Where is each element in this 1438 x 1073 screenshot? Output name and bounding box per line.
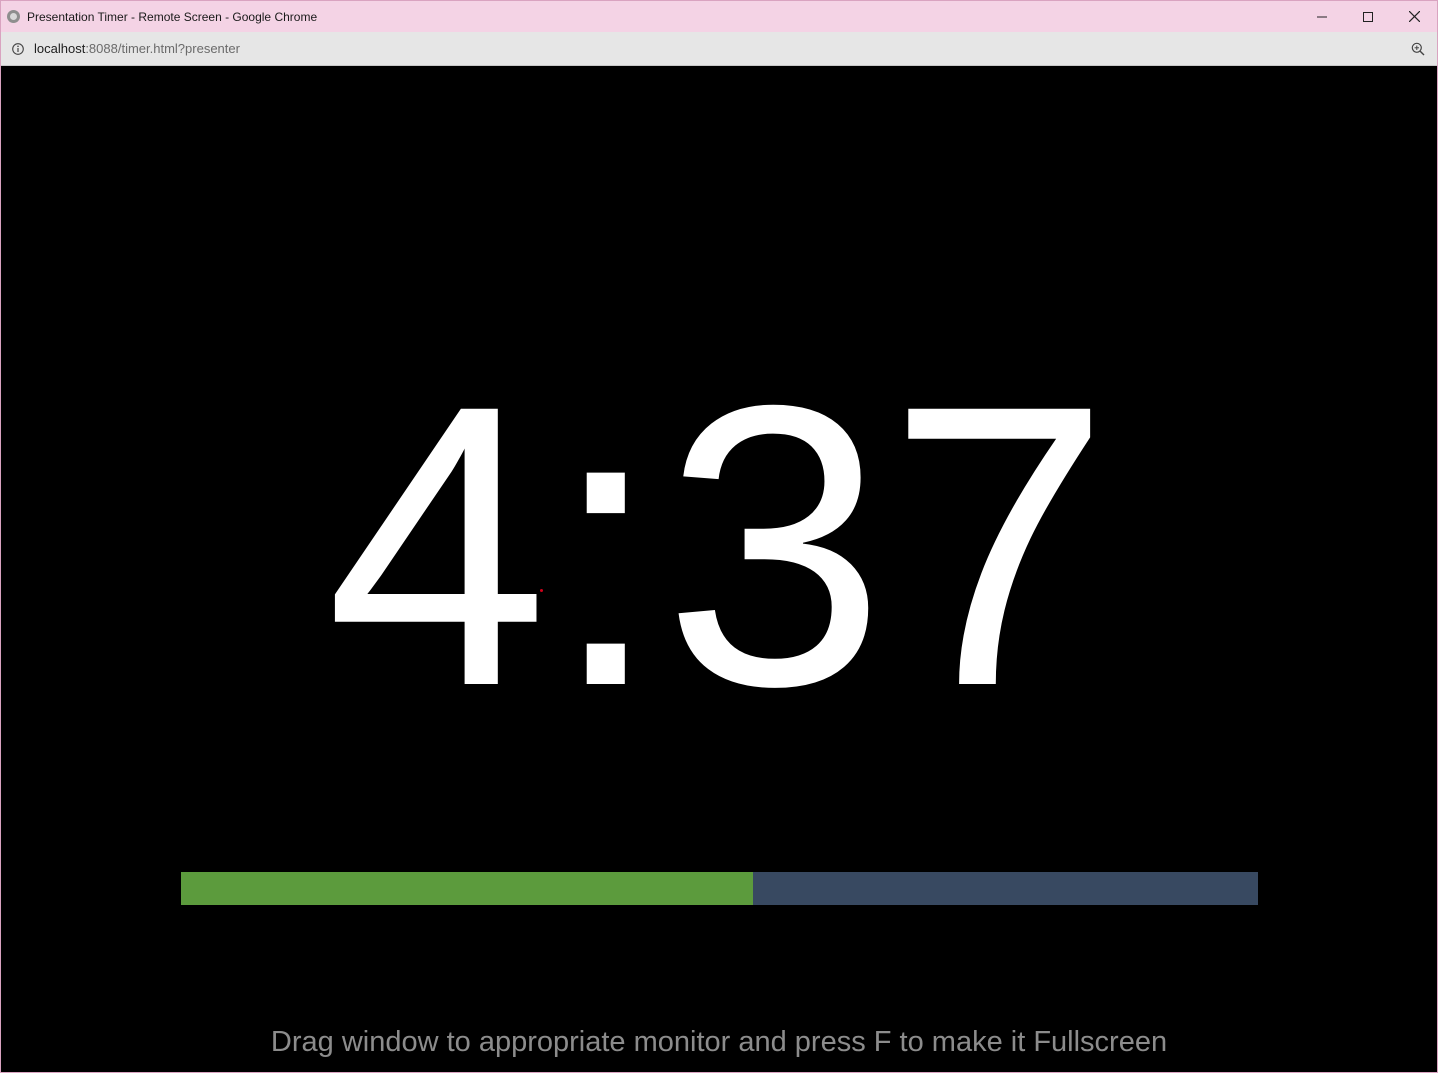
window-controls <box>1299 1 1437 32</box>
mouse-cursor-dot <box>540 589 543 592</box>
url-path: :8088/timer.html?presenter <box>85 41 240 56</box>
url-host: localhost <box>34 41 86 56</box>
timer-screen: 4:37 Drag window to appropriate monitor … <box>1 66 1437 1072</box>
chrome-page-icon <box>7 10 20 23</box>
close-icon <box>1408 11 1420 22</box>
timer-display: 4:37 <box>325 322 1113 769</box>
window-title: Presentation Timer - Remote Screen - Goo… <box>27 9 318 24</box>
maximize-icon <box>1363 11 1373 22</box>
minimize-icon <box>1317 16 1327 17</box>
url-text[interactable]: localhost:8088/timer.html?presenter <box>34 41 240 56</box>
fullscreen-hint: Drag window to appropriate monitor and p… <box>270 1026 1168 1058</box>
progress-bar <box>181 872 1258 905</box>
title-bar[interactable]: Presentation Timer - Remote Screen - Goo… <box>1 1 1437 32</box>
progress-fill <box>181 872 753 905</box>
browser-window: Presentation Timer - Remote Screen - Goo… <box>0 0 1438 1073</box>
minimize-button[interactable] <box>1299 1 1345 32</box>
close-button[interactable] <box>1391 1 1437 32</box>
info-icon[interactable] <box>12 42 24 55</box>
maximize-button[interactable] <box>1345 1 1391 32</box>
address-bar[interactable]: localhost:8088/timer.html?presenter <box>1 32 1437 66</box>
zoom-icon[interactable] <box>1411 42 1425 56</box>
